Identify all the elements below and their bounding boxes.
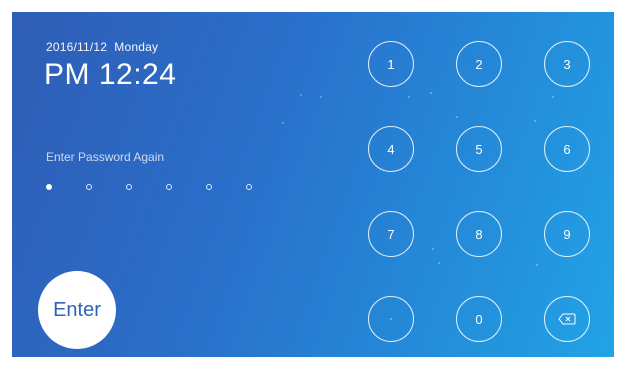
background-speck (432, 248, 434, 250)
keypad-key-dot[interactable]: · (368, 296, 414, 342)
pin-dot-empty (126, 184, 132, 190)
keypad-key-0[interactable]: 0 (456, 296, 502, 342)
pin-dot-filled (46, 184, 52, 190)
background-speck (430, 92, 432, 94)
enter-button[interactable]: Enter (38, 271, 116, 349)
background-speck (320, 96, 322, 98)
weekday-text: Monday (114, 40, 159, 54)
pin-dot-empty (206, 184, 212, 190)
background-speck (300, 94, 302, 96)
backspace-button[interactable] (544, 296, 590, 342)
background-speck (552, 96, 554, 98)
pin-dot-empty (166, 184, 172, 190)
keypad-key-4[interactable]: 4 (368, 126, 414, 172)
password-prompt: Enter Password Again (46, 150, 165, 164)
keypad-key-7[interactable]: 7 (368, 211, 414, 257)
backspace-icon (558, 313, 576, 325)
pin-dot-empty (246, 184, 252, 190)
background-speck (408, 96, 410, 98)
keypad-key-5[interactable]: 5 (456, 126, 502, 172)
background-speck (534, 120, 536, 122)
keypad-key-1[interactable]: 1 (368, 41, 414, 87)
keypad-key-8[interactable]: 8 (456, 211, 502, 257)
keypad-key-9[interactable]: 9 (544, 211, 590, 257)
pin-dot-empty (86, 184, 92, 190)
time-display: PM 12:24 (44, 58, 177, 91)
keypad-key-2[interactable]: 2 (456, 41, 502, 87)
background-speck (456, 116, 458, 118)
password-indicator (46, 182, 258, 194)
lock-screen: 2016/11/12 Monday PM 12:24 Enter Passwor… (12, 12, 614, 357)
date-text: 2016/11/12 (46, 40, 108, 54)
background-speck (282, 122, 284, 124)
keypad-key-6[interactable]: 6 (544, 126, 590, 172)
background-speck (536, 264, 538, 266)
keypad-key-3[interactable]: 3 (544, 41, 590, 87)
background-speck (438, 262, 440, 264)
date-label: 2016/11/12 Monday (46, 40, 158, 54)
